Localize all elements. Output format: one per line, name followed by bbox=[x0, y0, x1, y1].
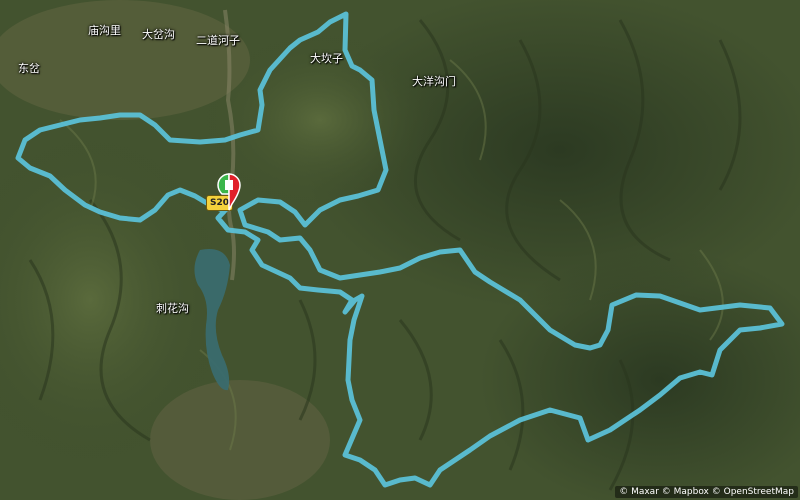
route-line bbox=[15, 11, 785, 488]
place-label-dakanzi: 大坎子 bbox=[310, 52, 343, 65]
satellite-map[interactable]: 庙沟里 大岔沟 二道河子 东岔 大坎子 大洋沟门 刺花沟 S20 © Maxar… bbox=[0, 0, 800, 500]
place-label-erdaohezi: 二道河子 bbox=[196, 34, 240, 47]
place-label-dayanggoumen: 大洋沟门 bbox=[412, 75, 456, 88]
start-finish-marker-icon[interactable] bbox=[214, 172, 244, 212]
route-layer bbox=[15, 11, 785, 488]
place-label-cihuagou: 刺花沟 bbox=[156, 302, 189, 315]
place-label-miaogouli: 庙沟里 bbox=[88, 24, 121, 37]
place-label-dongcha: 东岔 bbox=[18, 62, 40, 75]
place-label-dachagou: 大岔沟 bbox=[142, 28, 175, 41]
map-attribution[interactable]: © Maxar © Mapbox © OpenStreetMap bbox=[615, 486, 798, 498]
